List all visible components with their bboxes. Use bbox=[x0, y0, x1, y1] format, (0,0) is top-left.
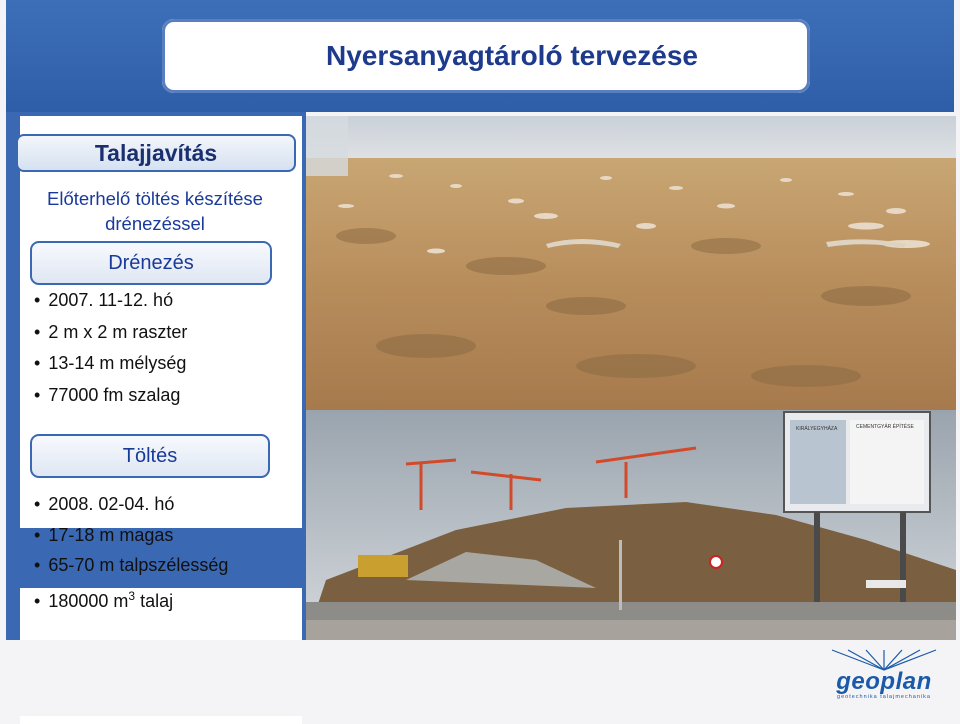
page-title: Nyersanyagtároló tervezése bbox=[326, 40, 698, 71]
drainage-field-photo bbox=[306, 116, 956, 410]
billboard-text-1: KIRÁLYEGYHÁZA bbox=[796, 425, 838, 432]
section-label-embankment: Töltés bbox=[122, 444, 178, 467]
subtitle-line-2: drénezéssel bbox=[105, 213, 205, 234]
list-item: 17-18 m magas bbox=[34, 520, 228, 551]
list-item: 180000 m3 talaj bbox=[34, 581, 228, 617]
subtitle: Előterhelő töltés készítése drénezéssel bbox=[14, 186, 296, 236]
title-box: Nyersanyagtároló tervezése bbox=[162, 19, 810, 93]
list-item: 65-70 m talpszélesség bbox=[34, 550, 228, 581]
section-box-embankment: Töltés bbox=[30, 434, 270, 478]
footer-strip bbox=[0, 640, 960, 716]
volume-material: talaj bbox=[135, 590, 174, 611]
list-item: 13-14 m mélység bbox=[34, 348, 187, 380]
billboard-text-2: CEMENTGYÁR ÉPÍTÉSE bbox=[856, 423, 914, 430]
section-label-drainage: Drénezés bbox=[108, 251, 194, 274]
volume-value: 180000 m bbox=[48, 590, 129, 611]
main-title: Talajjavítás bbox=[94, 139, 218, 166]
list-item: 2007. 11-12. hó bbox=[34, 285, 187, 317]
geoplan-logo: geoplan geotechnika talajmechanika bbox=[828, 648, 940, 704]
main-title-box: Talajjavítás bbox=[16, 134, 296, 172]
list-item: 2 m x 2 m raszter bbox=[34, 317, 187, 349]
embankment-list: 2008. 02-04. hó 17-18 m magas 65-70 m ta… bbox=[34, 489, 228, 616]
list-item: 77000 fm szalag bbox=[34, 380, 187, 412]
logo-tagline: geotechnika talajmechanika bbox=[837, 694, 931, 700]
drainage-list: 2007. 11-12. hó 2 m x 2 m raszter 13-14 … bbox=[34, 285, 187, 411]
header-band: Nyersanyagtároló tervezése bbox=[6, 0, 954, 112]
section-box-drainage: Drénezés bbox=[30, 241, 272, 285]
logo-wordmark: geoplan bbox=[836, 668, 932, 695]
subtitle-line-1: Előterhelő töltés készítése bbox=[47, 188, 263, 209]
list-item: 2008. 02-04. hó bbox=[34, 489, 228, 520]
embankment-photo: KIRÁLYEGYHÁZA CEMENTGYÁR ÉPÍTÉSE bbox=[306, 410, 956, 640]
